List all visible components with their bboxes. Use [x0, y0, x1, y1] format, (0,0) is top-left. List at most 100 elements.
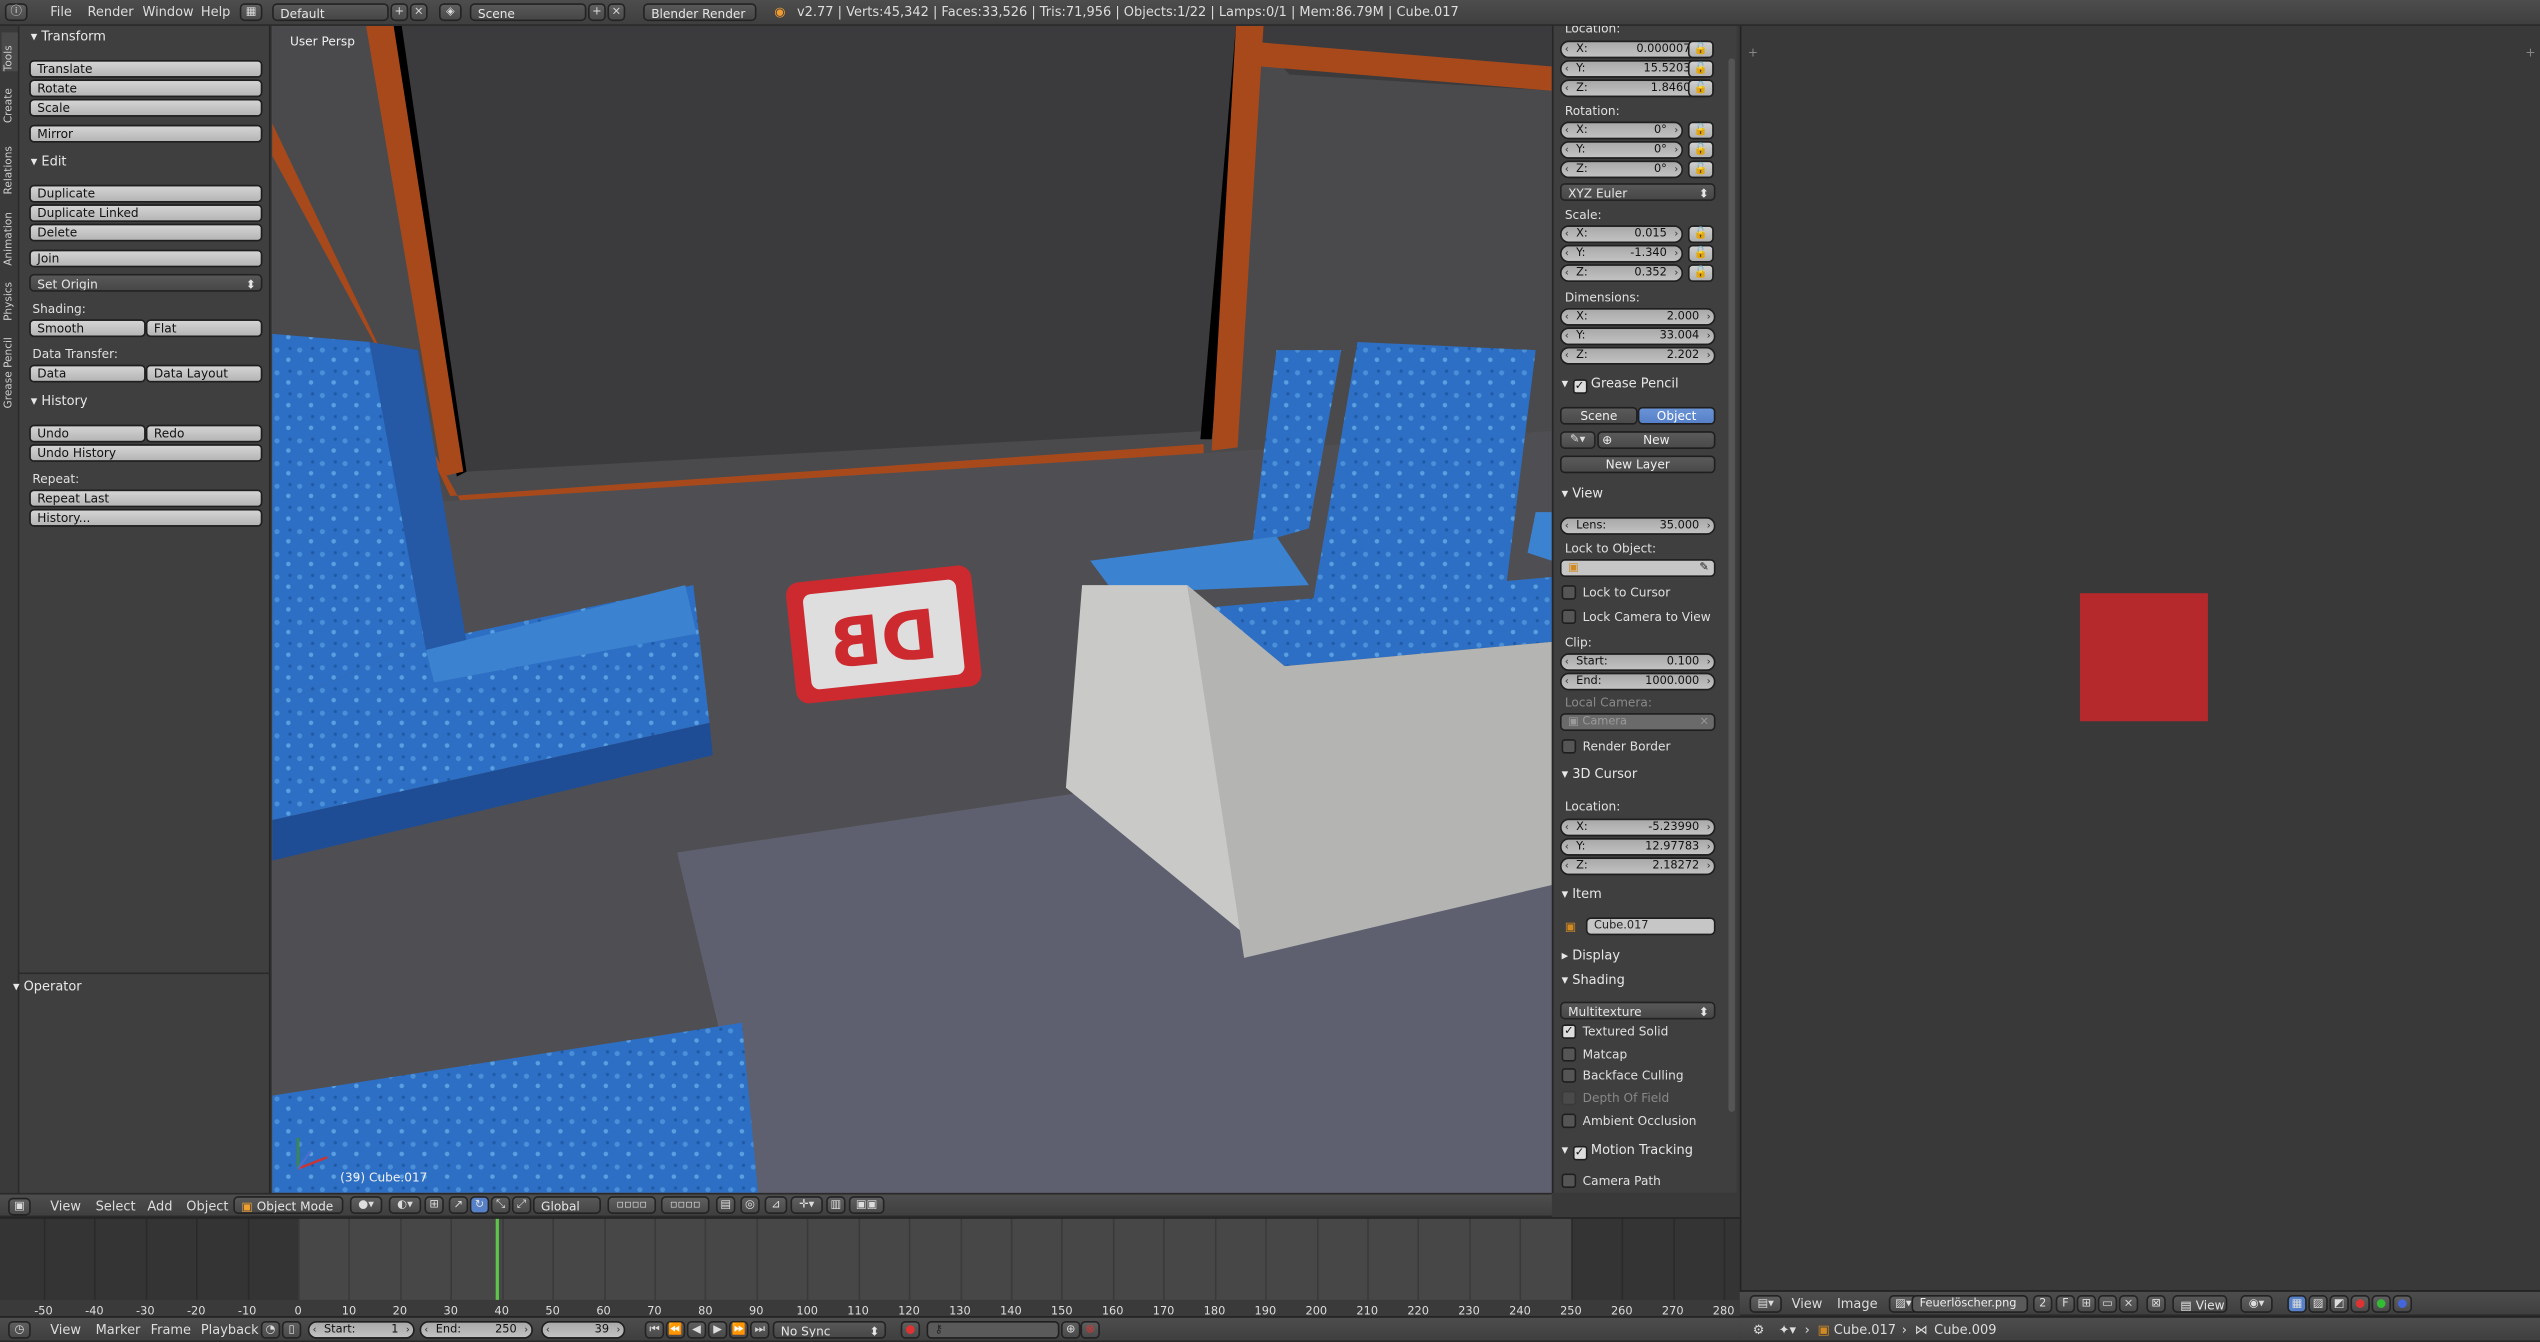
jump-start-icon[interactable]: ⏮ [644, 1320, 665, 1339]
data-layout-button[interactable]: Data Layout [145, 364, 263, 383]
pencil-icon[interactable]: ✎▾ [1559, 431, 1596, 449]
next-key-icon[interactable]: ⏩ [728, 1320, 749, 1339]
panel-grease-pencil-header[interactable]: ▾ ✓ Grease Pencil [1562, 376, 1679, 394]
lock-scale-z-icon[interactable]: 🔓 [1687, 264, 1714, 283]
current-frame-field[interactable]: ‹ 39 › [541, 1320, 626, 1339]
lock-object-field[interactable]: ▣ ✎ [1559, 559, 1716, 578]
panel-edit-header[interactable]: ▾ Edit [31, 154, 67, 169]
rotation-z-field[interactable]: ‹ Z: 0° › [1559, 160, 1684, 179]
undo-button[interactable]: Undo [29, 424, 146, 443]
record-icon[interactable]: ● [900, 1320, 921, 1339]
manipulator-toggle-icon[interactable]: ⊞ [424, 1196, 444, 1214]
jump-end-icon[interactable]: ⏭ [750, 1320, 770, 1339]
motion-tracking-checkbox[interactable]: ✓ [1572, 1145, 1587, 1161]
panel-operator-header[interactable]: ▾ Operator [13, 979, 82, 994]
repeat-last-button[interactable]: Repeat Last [29, 489, 263, 508]
menu-add[interactable]: Add [147, 1199, 172, 1214]
camera-path-checkbox[interactable] [1561, 1173, 1577, 1189]
panel-item-header[interactable]: ▾ Item [1562, 887, 1602, 902]
dimension-y-field[interactable]: ‹ Y: 33.004 › [1559, 327, 1716, 346]
sync-select[interactable]: No Sync ⬍ [772, 1320, 887, 1339]
lock-scale-y-icon[interactable]: 🔓 [1687, 244, 1714, 263]
3d-viewport[interactable]: DB User Persp (39) Cube.017 [272, 25, 1552, 1193]
rotate-manip-icon[interactable]: ↻ [469, 1196, 490, 1214]
prev-key-icon[interactable]: ⏪ [665, 1320, 686, 1339]
tl-menu-marker[interactable]: Marker [96, 1323, 141, 1338]
render-icon[interactable]: ▥ [826, 1196, 846, 1214]
breadcrumb-object[interactable]: Cube.017 [1834, 1323, 1896, 1338]
delete-key-icon[interactable]: ⊗ [1080, 1320, 1100, 1339]
tab-physics[interactable]: Physics [2, 269, 18, 321]
screen-layout-select[interactable]: Default [272, 3, 389, 22]
menu-view[interactable]: View [50, 1199, 81, 1214]
backface-checkbox[interactable] [1561, 1068, 1577, 1083]
render-layer-icon[interactable]: ▤ [715, 1196, 736, 1214]
dimension-x-field[interactable]: ‹ X: 2.000 › [1559, 307, 1716, 326]
grease-pencil-checkbox[interactable]: ✓ [1572, 379, 1587, 394]
menu-object[interactable]: Object [186, 1199, 228, 1214]
lock-rotation-x-icon[interactable]: 🔓 [1687, 121, 1714, 140]
lock-cursor-checkbox[interactable] [1561, 585, 1577, 600]
layers-a-icon[interactable]: ▫▫▫▫ [607, 1196, 657, 1214]
render-border-checkbox[interactable] [1561, 739, 1577, 754]
scene-icon[interactable]: ◈ [438, 3, 462, 22]
new-layer-button[interactable]: New Layer [1559, 455, 1716, 474]
translate-button[interactable]: Translate [29, 59, 263, 78]
menu-window[interactable]: Window [143, 5, 194, 20]
data-button[interactable]: Data [29, 364, 146, 383]
rotation-mode-select[interactable]: XYZ Euler ⬍ [1559, 183, 1716, 201]
matcap-checkbox[interactable] [1561, 1047, 1577, 1062]
viewport-shading-icon[interactable]: ●▾ [349, 1196, 383, 1214]
scale-button[interactable]: Scale [29, 98, 263, 117]
current-frame-indicator[interactable] [494, 1218, 499, 1300]
snap-icon[interactable]: ⊿ [764, 1196, 788, 1214]
editor-type-3d-icon[interactable]: ▣ [8, 1197, 31, 1216]
lock-scale-x-icon[interactable]: 🔓 [1687, 225, 1714, 244]
cursor-z-field[interactable]: ‹ Z: 2.18272 › [1559, 857, 1716, 876]
tl-menu-frame[interactable]: Frame [151, 1323, 191, 1338]
grease-scene-button[interactable]: Scene [1559, 406, 1638, 425]
lens-field[interactable]: ‹ Lens: 35.000 › [1559, 517, 1716, 535]
channel-blue-icon[interactable]: ● [2392, 1295, 2413, 1313]
clip-end-field[interactable]: ‹ End: 1000.000 › [1559, 672, 1716, 691]
render-engine-select[interactable]: Blender Render [643, 3, 757, 22]
duplicate-linked-button[interactable]: Duplicate Linked [29, 204, 263, 223]
frame-start-field[interactable]: ‹ Start: 1 › [307, 1320, 415, 1339]
scale-manip-icon[interactable]: ⤡ [490, 1196, 511, 1214]
mirror-button[interactable]: Mirror [29, 124, 263, 143]
lock-location-y-icon[interactable]: 🔓 [1687, 59, 1714, 78]
lock-camera-checkbox[interactable] [1561, 609, 1577, 625]
panel-display-header[interactable]: ▸ Display [1562, 948, 1620, 963]
set-origin-select[interactable]: Set Origin ⬍ [29, 273, 263, 292]
breadcrumb-tools-icon[interactable]: ⚙ [1753, 1323, 1765, 1338]
orientation-select[interactable]: Global [532, 1196, 601, 1214]
menu-select[interactable]: Select [96, 1199, 136, 1214]
panel-transform-header[interactable]: ▾ Transform [31, 29, 106, 44]
tab-tools[interactable]: Tools [1, 32, 18, 72]
lock-rotation-z-icon[interactable]: 🔓 [1687, 160, 1714, 179]
breadcrumb-mesh[interactable]: Cube.009 [1934, 1323, 1996, 1338]
scale-manip-icon-2[interactable]: ⤢ [511, 1196, 532, 1214]
channel-rgb-icon[interactable]: ▦ [2287, 1295, 2307, 1313]
eyedropper-icon[interactable]: ✎ [1699, 561, 1709, 576]
channel-green-icon[interactable]: ● [2371, 1295, 2391, 1313]
channel-red-icon[interactable]: ● [2350, 1295, 2370, 1313]
textured-solid-checkbox[interactable]: ✓ [1561, 1024, 1577, 1039]
remove-scene-icon[interactable]: × [607, 3, 626, 22]
image-view-mode-select[interactable]: ▤ View [2172, 1295, 2228, 1313]
add-screen-icon[interactable]: + [390, 3, 409, 22]
editor-type-image-icon[interactable]: ▤▾ [1749, 1295, 1782, 1313]
tab-relations[interactable]: Relations [2, 126, 18, 194]
undo-history-button[interactable]: Undo History [29, 444, 263, 462]
lock-location-x-icon[interactable]: 🔓 [1687, 40, 1714, 59]
panel-scrollbar[interactable] [1728, 58, 1735, 1112]
collapse-arrow-icon[interactable]: + [1748, 45, 1758, 60]
tab-create[interactable]: Create [2, 75, 18, 123]
preview-range-icon[interactable]: ◔ [260, 1320, 281, 1339]
duplicate-button[interactable]: Duplicate [29, 184, 263, 203]
ao-checkbox[interactable] [1561, 1113, 1577, 1129]
add-scene-icon[interactable]: + [588, 3, 606, 22]
grease-object-button[interactable]: Object [1637, 406, 1716, 425]
channel-z-icon[interactable]: ◩ [2329, 1295, 2349, 1313]
flat-button[interactable]: Flat [145, 319, 263, 338]
